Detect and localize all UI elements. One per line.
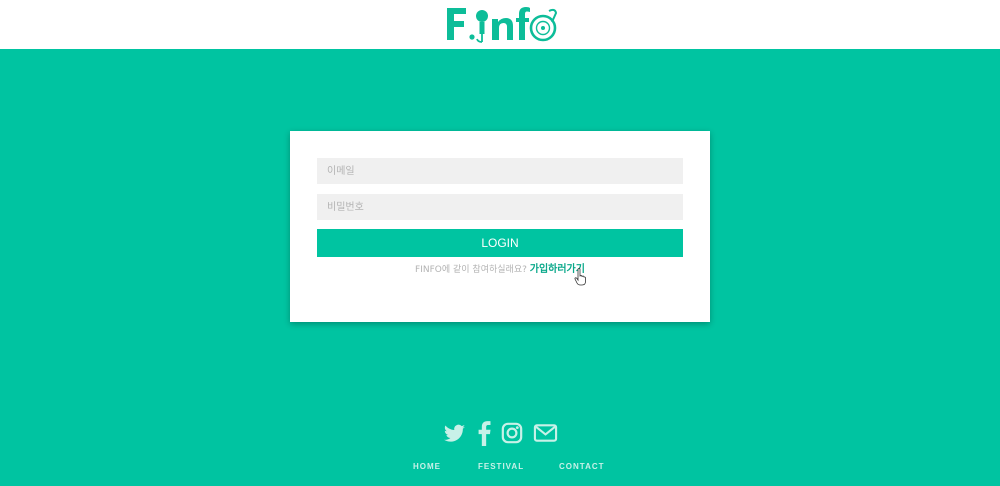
signup-row: FINFO에 같이 참여하실래요? 가입하러가기 [290,262,710,278]
login-button[interactable]: LOGIN [317,229,683,257]
finfo-logo[interactable] [444,2,558,44]
hand-cursor-icon [574,268,586,286]
top-header [0,0,1000,49]
signup-prompt: FINFO에 같이 참여하실래요? [415,265,527,275]
social-links [0,420,1000,446]
facebook-icon[interactable] [477,420,491,446]
nav-home[interactable]: HOME [413,462,441,471]
mail-icon[interactable] [533,420,558,446]
email-input[interactable] [317,158,683,184]
finfo-logo-graphic [447,7,558,43]
password-input[interactable] [317,194,683,220]
nav-contact[interactable]: CONTACT [559,462,605,471]
login-card: LOGIN FINFO에 같이 참여하실래요? 가입하러가기 [290,131,710,322]
nav-festival[interactable]: FESTIVAL [478,462,524,471]
instagram-icon[interactable] [501,420,523,446]
twitter-icon[interactable] [443,420,466,446]
footer-nav: HOME FESTIVAL CONTACT [0,462,1000,474]
